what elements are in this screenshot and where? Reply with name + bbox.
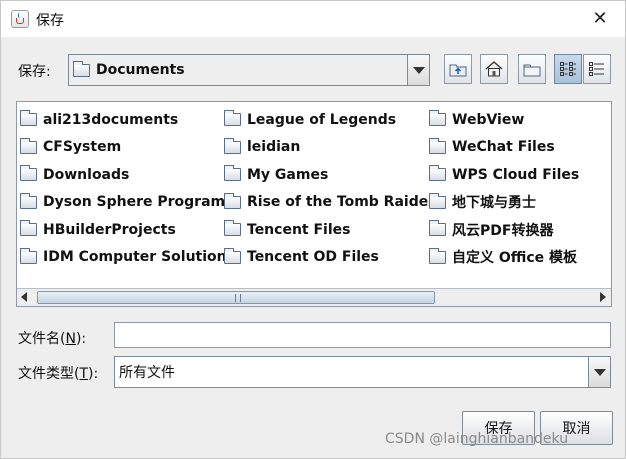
- list-item[interactable]: HBuilderProjects: [20, 216, 235, 244]
- horizontal-scrollbar[interactable]: [17, 288, 611, 306]
- list-item[interactable]: 地下城与勇士: [429, 189, 579, 217]
- filetype-value: 所有文件: [119, 365, 175, 381]
- folder-icon: [429, 220, 446, 237]
- file-column-1: ali213documents CFSystem Downloads Dyson…: [20, 106, 235, 271]
- folder-icon: [224, 247, 241, 264]
- details-view-icon: [589, 62, 604, 76]
- list-view-button[interactable]: [554, 54, 582, 84]
- scroll-right-icon[interactable]: [593, 289, 611, 306]
- list-view-icon: [560, 62, 576, 76]
- list-item[interactable]: Tencent OD Files: [224, 244, 435, 272]
- folder-icon: [429, 165, 446, 182]
- java-cup-icon: [11, 10, 29, 28]
- list-item[interactable]: CFSystem: [20, 134, 235, 162]
- folder-icon: [429, 247, 446, 264]
- folder-icon: [20, 220, 37, 237]
- folder-icon: [224, 165, 241, 182]
- save-dialog: 保存 ✕ 保存: Documents ali213documents CFSys…: [0, 0, 626, 459]
- folder-icon: [224, 110, 241, 127]
- filetype-label: 文件类型(T):: [18, 366, 99, 382]
- new-folder-button[interactable]: [518, 54, 546, 84]
- close-icon[interactable]: ✕: [591, 10, 609, 28]
- folder-icon: [429, 192, 446, 209]
- chevron-down-icon[interactable]: [407, 55, 429, 85]
- list-item[interactable]: Rise of the Tomb Raider: [224, 189, 435, 217]
- filetype-combobox[interactable]: 所有文件: [114, 356, 611, 388]
- folder-icon: [429, 137, 446, 154]
- list-item[interactable]: IDM Computer Solutions: [20, 244, 235, 272]
- title-bar[interactable]: 保存 ✕: [1, 1, 625, 37]
- scroll-left-icon[interactable]: [17, 289, 35, 306]
- window-title: 保存: [36, 13, 64, 29]
- list-item[interactable]: Dyson Sphere Program: [20, 189, 235, 217]
- watermark: CSDN @lainghianbandeku: [385, 431, 569, 447]
- file-column-2: League of Legends leidian My Games Rise …: [224, 106, 435, 271]
- up-folder-button[interactable]: [444, 54, 472, 84]
- list-item[interactable]: leidian: [224, 134, 435, 162]
- save-in-value: Documents: [96, 62, 185, 78]
- chevron-down-icon[interactable]: [588, 357, 610, 387]
- up-folder-icon: [449, 64, 467, 77]
- grip-icon: [235, 294, 241, 302]
- folder-icon: [224, 220, 241, 237]
- filename-label: 文件名(N):: [18, 331, 87, 347]
- folder-icon: [224, 192, 241, 209]
- list-item[interactable]: WebView: [429, 106, 579, 134]
- list-item[interactable]: WPS Cloud Files: [429, 161, 579, 189]
- list-item[interactable]: Tencent Files: [224, 216, 435, 244]
- home-button[interactable]: [480, 54, 508, 84]
- list-item[interactable]: 自定义 Office 模板: [429, 244, 579, 272]
- folder-icon: [224, 137, 241, 154]
- folder-icon: [20, 165, 37, 182]
- folder-icon: [73, 60, 90, 77]
- folder-icon: [20, 247, 37, 264]
- file-list[interactable]: ali213documents CFSystem Downloads Dyson…: [16, 101, 612, 307]
- home-icon: [485, 61, 503, 77]
- list-item[interactable]: ali213documents: [20, 106, 235, 134]
- filename-input[interactable]: [114, 322, 611, 348]
- scrollbar-thumb[interactable]: [37, 291, 435, 304]
- save-in-combobox[interactable]: Documents: [68, 54, 430, 86]
- new-folder-icon: [523, 64, 541, 77]
- folder-icon: [20, 137, 37, 154]
- folder-icon: [429, 110, 446, 127]
- list-item[interactable]: 风云PDF转换器: [429, 216, 579, 244]
- list-item[interactable]: League of Legends: [224, 106, 435, 134]
- list-item[interactable]: WeChat Files: [429, 134, 579, 162]
- list-item[interactable]: Downloads: [20, 161, 235, 189]
- folder-icon: [20, 192, 37, 209]
- details-view-button[interactable]: [583, 54, 611, 84]
- save-in-label: 保存:: [18, 64, 51, 80]
- folder-icon: [20, 110, 37, 127]
- file-column-3: WebView WeChat Files WPS Cloud Files 地下城…: [429, 106, 579, 271]
- list-item[interactable]: My Games: [224, 161, 435, 189]
